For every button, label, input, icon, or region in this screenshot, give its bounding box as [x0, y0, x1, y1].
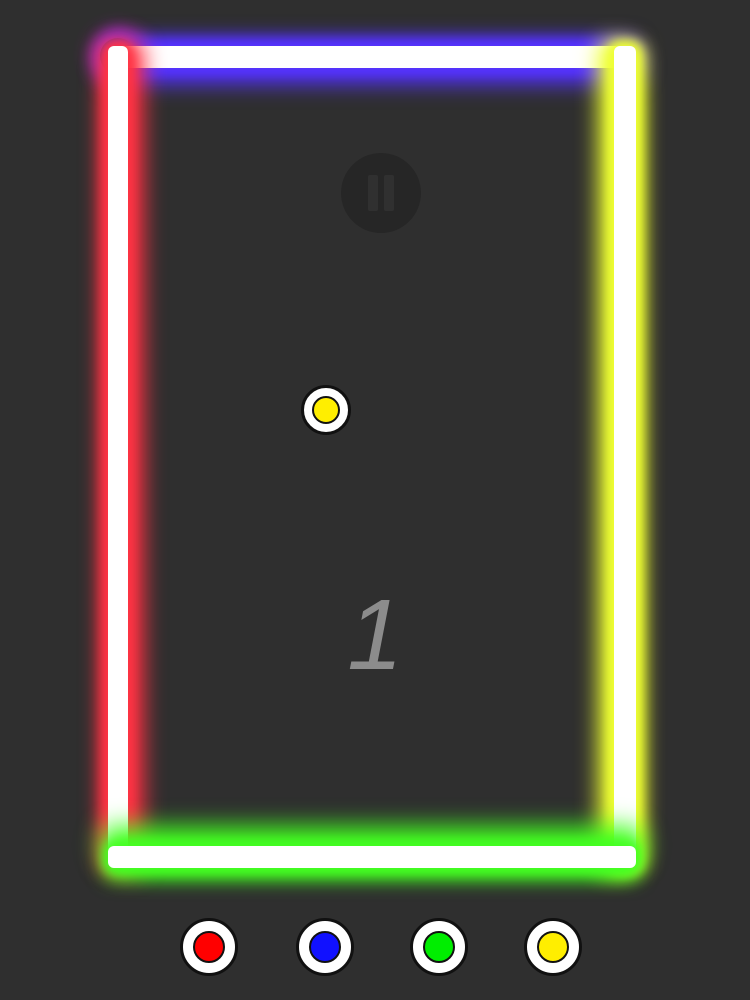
ball-color-dot — [312, 396, 340, 424]
arena-wall-left — [108, 46, 128, 868]
pause-icon-bar-left — [368, 175, 378, 211]
color-selector — [0, 918, 750, 982]
pause-icon-bar-right — [384, 175, 394, 211]
color-dot-green — [423, 931, 455, 963]
arena-wall-right — [614, 46, 636, 868]
ball — [301, 385, 351, 435]
color-button-red[interactable] — [180, 918, 238, 976]
color-button-green[interactable] — [410, 918, 468, 976]
pause-button[interactable] — [341, 153, 421, 233]
color-dot-blue — [309, 931, 341, 963]
color-button-blue[interactable] — [296, 918, 354, 976]
game-stage: 1 — [0, 0, 750, 1000]
color-dot-red — [193, 931, 225, 963]
arena-wall-top — [108, 46, 636, 68]
color-dot-yellow — [537, 931, 569, 963]
arena-wall-bottom — [108, 846, 636, 868]
color-button-yellow[interactable] — [524, 918, 582, 976]
score-counter: 1 — [347, 579, 403, 691]
